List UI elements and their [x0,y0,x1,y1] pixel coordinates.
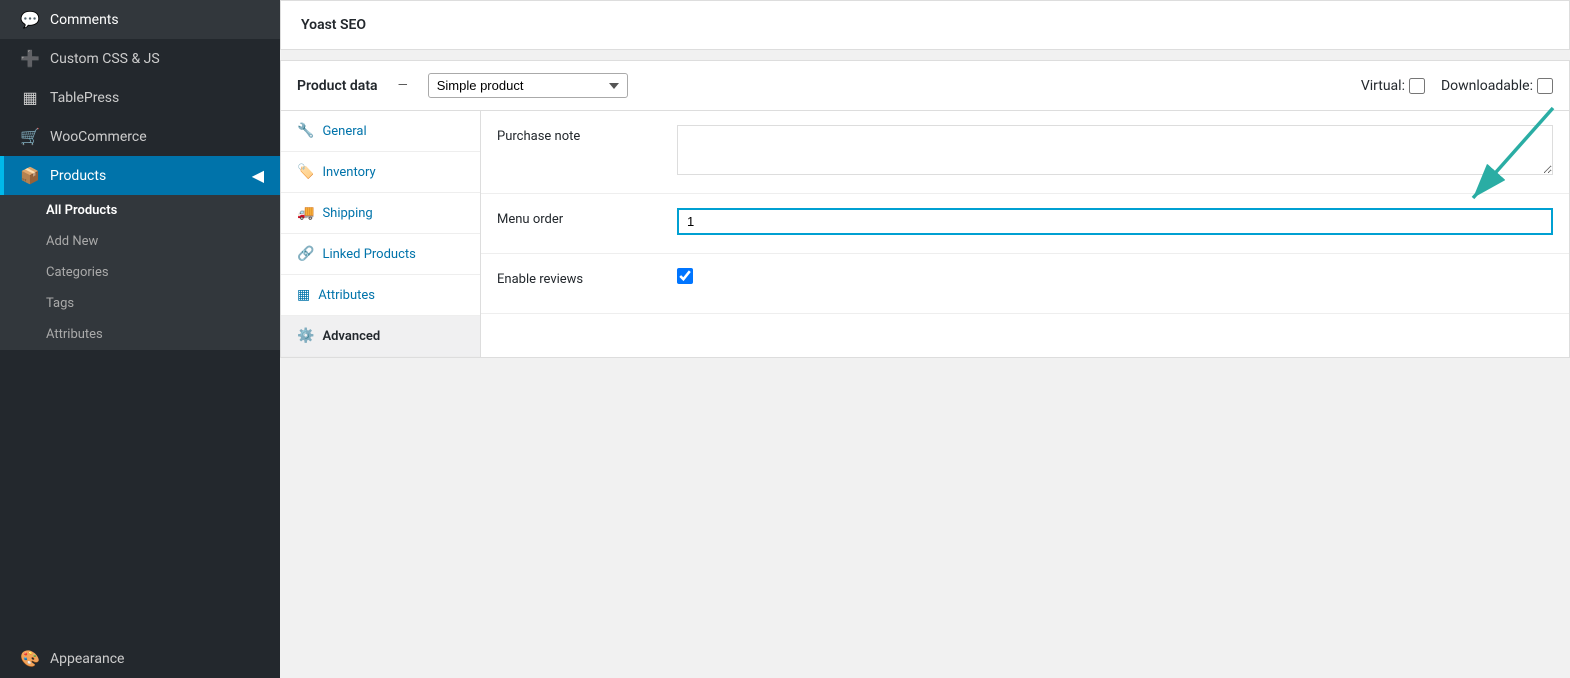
tab-general[interactable]: 🔧 General [281,111,480,152]
purchase-note-textarea[interactable] [677,125,1553,175]
sidebar-item-label: Custom CSS & JS [50,51,160,67]
advanced-icon: ⚙️ [297,328,314,344]
product-data-section: Product data — Simple product Grouped pr… [280,60,1570,358]
product-data-dash: — [398,78,408,93]
sidebar-subitem-categories[interactable]: Categories [0,257,280,288]
virtual-downloadable-group: Virtual: Downloadable: [1361,78,1553,94]
menu-order-input[interactable] [677,208,1553,235]
downloadable-label[interactable]: Downloadable: [1441,78,1553,94]
comments-icon: 💬 [20,10,40,29]
product-tabs: 🔧 General 🏷️ Inventory 🚚 Shipping 🔗 Link… [281,111,481,357]
tab-shipping[interactable]: 🚚 Shipping [281,193,480,234]
tab-shipping-label: Shipping [322,206,372,221]
products-subitems: All Products Add New Categories Tags Att… [0,195,280,350]
purchase-note-row: Purchase note [481,111,1569,194]
appearance-icon: 🎨 [20,649,40,668]
sidebar-item-appearance[interactable]: 🎨 Appearance [0,639,280,678]
tab-inventory-label: Inventory [322,165,375,180]
tab-linked-products-label: Linked Products [322,247,415,262]
sidebar-item-label: Appearance [50,651,124,667]
product-data-body: 🔧 General 🏷️ Inventory 🚚 Shipping 🔗 Link… [281,111,1569,357]
sidebar-item-products[interactable]: 📦 Products ◀ [0,156,280,195]
sidebar-item-label: Comments [50,12,119,28]
product-type-select[interactable]: Simple product Grouped product External/… [428,73,628,98]
sidebar-item-label: WooCommerce [50,129,147,145]
virtual-label[interactable]: Virtual: [1361,78,1425,94]
menu-order-row: Menu order [481,194,1569,254]
sidebar-item-woocommerce[interactable]: 🛒 WooCommerce [0,117,280,156]
sidebar-item-tablepress[interactable]: ▦ TablePress [0,78,280,117]
sidebar-subitem-add-new[interactable]: Add New [0,226,280,257]
tab-advanced[interactable]: ⚙️ Advanced [281,316,480,357]
virtual-checkbox[interactable] [1409,78,1425,94]
custom-css-js-icon: ➕ [20,49,40,68]
sidebar-subitem-all-products[interactable]: All Products [0,195,280,226]
enable-reviews-checkbox[interactable] [677,268,693,284]
sidebar-item-label: Products [50,168,106,184]
tab-inventory[interactable]: 🏷️ Inventory [281,152,480,193]
enable-reviews-label: Enable reviews [497,268,677,287]
enable-reviews-control [677,268,1553,288]
product-data-header: Product data — Simple product Grouped pr… [281,61,1569,111]
product-panel: Purchase note Menu order [481,111,1569,357]
purchase-note-control [677,125,1553,179]
sidebar-subitem-tags[interactable]: Tags [0,288,280,319]
tab-advanced-label: Advanced [322,329,380,344]
tab-general-label: General [322,124,366,139]
inventory-icon: 🏷️ [297,164,314,180]
general-icon: 🔧 [297,123,314,139]
linked-products-icon: 🔗 [297,246,314,262]
enable-reviews-row: Enable reviews [481,254,1569,314]
attributes-icon: ▦ [297,287,310,303]
tab-linked-products[interactable]: 🔗 Linked Products [281,234,480,275]
sidebar-item-label: TablePress [50,90,119,106]
woocommerce-icon: 🛒 [20,127,40,146]
tab-attributes[interactable]: ▦ Attributes [281,275,480,316]
tab-attributes-label: Attributes [318,288,375,303]
sidebar-subitem-attributes[interactable]: Attributes [0,319,280,350]
downloadable-checkbox[interactable] [1537,78,1553,94]
products-arrow-icon: ◀ [252,166,264,185]
sidebar-item-custom-css-js[interactable]: ➕ Custom CSS & JS [0,39,280,78]
menu-order-control [677,208,1553,235]
products-icon: 📦 [20,166,40,185]
purchase-note-label: Purchase note [497,125,677,144]
yoast-seo-title: Yoast SEO [301,17,366,33]
sidebar-item-comments[interactable]: 💬 Comments [0,0,280,39]
product-data-label: Product data [297,78,378,94]
tablepress-icon: ▦ [20,88,40,107]
main-content: Yoast SEO Product data — Simple product … [280,0,1570,678]
menu-order-label: Menu order [497,208,677,227]
shipping-icon: 🚚 [297,205,314,221]
yoast-seo-section: Yoast SEO [280,0,1570,50]
sidebar: 💬 Comments ➕ Custom CSS & JS ▦ TablePres… [0,0,280,678]
